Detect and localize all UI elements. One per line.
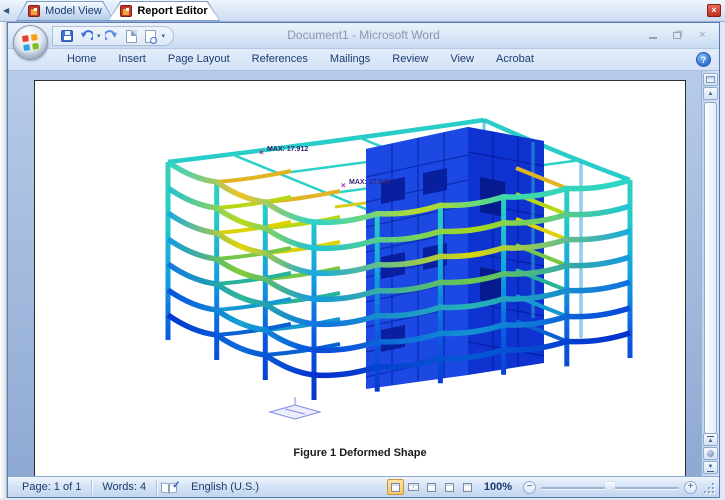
tab-report-editor-label: Report Editor bbox=[137, 5, 207, 17]
ribbon-tab-insert[interactable]: Insert bbox=[107, 49, 157, 71]
document-area: × MAX: 17.912 × MAX: 17.870 Figure 1 Def… bbox=[8, 71, 719, 476]
ribbon-tab-page-layout[interactable]: Page Layout bbox=[157, 49, 241, 71]
figure-caption: Figure 1 Deformed Shape bbox=[35, 447, 685, 459]
ribbon-tab-mailings[interactable]: Mailings bbox=[319, 49, 381, 71]
outline-view-icon[interactable] bbox=[441, 479, 458, 495]
ribbon-tab-strip: Home Insert Page Layout References Maili… bbox=[8, 49, 719, 71]
scroll-up-icon[interactable]: ▲ bbox=[703, 87, 718, 100]
office-button[interactable] bbox=[13, 25, 48, 60]
window-controls: × bbox=[642, 28, 713, 42]
vertical-scrollbar[interactable]: ▲ ▲ ▼ bbox=[701, 71, 719, 476]
word-window: ▾ ▾ Document1 - Microsoft Word × bbox=[7, 22, 720, 498]
deformed-shape-figure: × MAX: 17.912 × MAX: 17.870 bbox=[135, 87, 680, 437]
left-face-beams bbox=[168, 162, 314, 375]
view-shortcuts bbox=[387, 479, 476, 495]
tab-report-editor[interactable]: Report Editor bbox=[108, 1, 220, 21]
zoom-slider-thumb[interactable] bbox=[605, 482, 615, 494]
application-window: ◀ Model View Report Editor × bbox=[0, 0, 725, 500]
help-icon[interactable]: ? bbox=[696, 52, 711, 67]
select-browse-object-icon[interactable] bbox=[703, 447, 718, 460]
scrollbar-thumb[interactable] bbox=[704, 102, 717, 434]
report-editor-app-icon bbox=[120, 5, 132, 17]
model-view-app-icon bbox=[28, 5, 40, 17]
restore-icon[interactable] bbox=[667, 28, 688, 42]
next-page-icon[interactable]: ▼ bbox=[703, 461, 718, 474]
ribbon-tab-home[interactable]: Home bbox=[56, 49, 107, 71]
proofing-status[interactable]: ✓ bbox=[157, 480, 181, 495]
status-bar: Page: 1 of 1 Words: 4 ✓ English (U.S.) 1… bbox=[8, 476, 719, 497]
ribbon-tab-acrobat[interactable]: Acrobat bbox=[485, 49, 545, 71]
full-screen-reading-view-icon[interactable] bbox=[405, 479, 422, 495]
zoom-out-icon[interactable]: − bbox=[523, 481, 536, 494]
web-layout-view-icon[interactable] bbox=[423, 479, 440, 495]
app-close-icon[interactable]: × bbox=[707, 4, 721, 17]
print-layout-view-icon[interactable] bbox=[387, 479, 404, 495]
close-icon[interactable]: × bbox=[692, 28, 713, 42]
ruler-toggle-icon[interactable] bbox=[703, 73, 718, 86]
left-frame-edge bbox=[0, 22, 7, 498]
document-page: × MAX: 17.912 × MAX: 17.870 Figure 1 Def… bbox=[34, 80, 686, 476]
previous-page-icon[interactable]: ▲ bbox=[703, 433, 718, 446]
max-label-1: MAX: 17.912 bbox=[267, 146, 308, 153]
resize-grip[interactable] bbox=[702, 481, 715, 494]
support-axis-glyph bbox=[270, 397, 320, 419]
tab-scroll-left-icon[interactable]: ◀ bbox=[3, 6, 9, 15]
max-marker-1: × bbox=[259, 148, 264, 157]
max-label-2: MAX: 17.870 bbox=[349, 179, 390, 186]
ribbon-tab-references[interactable]: References bbox=[241, 49, 319, 71]
zoom-slider[interactable] bbox=[541, 481, 679, 494]
ribbon-tab-review[interactable]: Review bbox=[381, 49, 439, 71]
office-logo-icon bbox=[21, 33, 40, 52]
draft-view-icon[interactable] bbox=[459, 479, 476, 495]
max-marker-2: × bbox=[341, 181, 346, 190]
minimize-icon[interactable] bbox=[642, 28, 663, 42]
ribbon-tab-view[interactable]: View bbox=[439, 49, 485, 71]
tab-model-view[interactable]: Model View bbox=[16, 1, 114, 21]
app-tab-bar: ◀ Model View Report Editor × bbox=[0, 0, 725, 22]
zoom-level[interactable]: 100% bbox=[484, 481, 512, 493]
language-indicator[interactable]: English (U.S.) bbox=[181, 480, 269, 495]
page-indicator[interactable]: Page: 1 of 1 bbox=[12, 480, 92, 495]
window-title: Document1 - Microsoft Word bbox=[8, 23, 719, 49]
zoom-in-icon[interactable]: + bbox=[684, 481, 697, 494]
word-count[interactable]: Words: 4 bbox=[92, 480, 157, 495]
word-title-bar: ▾ ▾ Document1 - Microsoft Word × bbox=[8, 23, 719, 49]
tab-model-view-label: Model View bbox=[45, 5, 102, 17]
